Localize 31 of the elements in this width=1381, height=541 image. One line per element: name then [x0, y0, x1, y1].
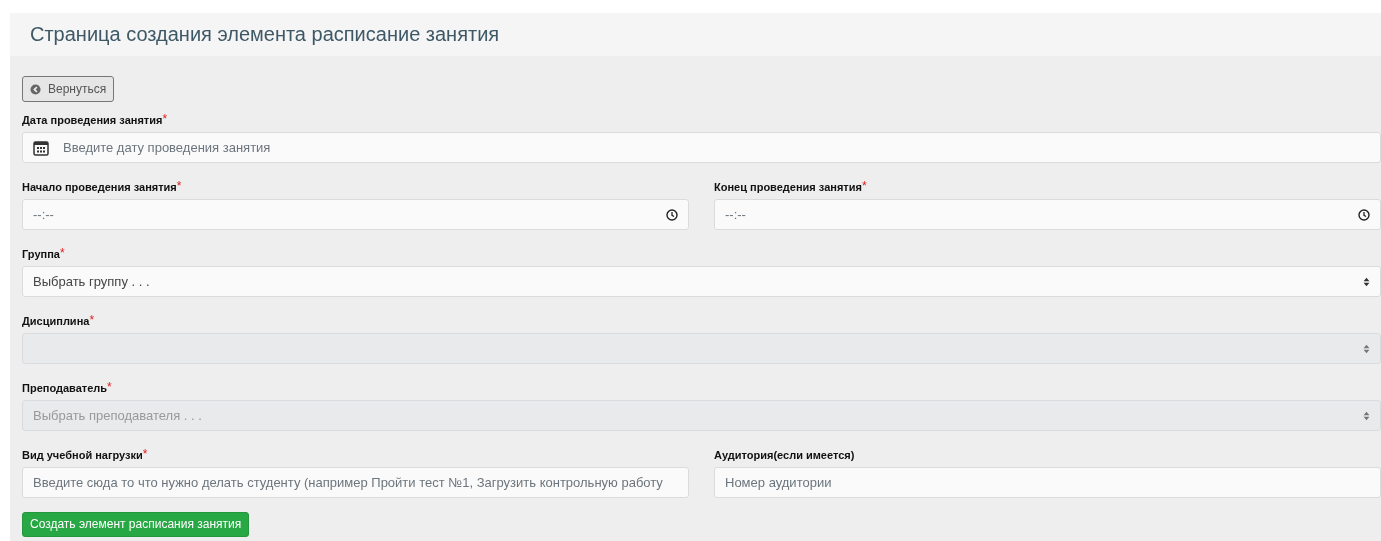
field-label: Вид учебной нагрузки [22, 448, 143, 463]
clock-icon [666, 208, 678, 221]
field-label: Аудитория(если имеется) [714, 448, 855, 463]
field-label: Группа [22, 247, 60, 262]
back-button[interactable]: Вернуться [22, 76, 115, 102]
field-label: Дата проведения занятия [22, 113, 163, 128]
required-mark: * [89, 313, 95, 327]
required-mark: * [59, 246, 65, 260]
required-mark: * [176, 179, 182, 193]
date-field[interactable]: Введите дату проведения занятия [22, 132, 1381, 163]
back-arrow-icon [30, 83, 41, 95]
field-label: Начало проведения занятия [22, 180, 177, 195]
calendar-icon [33, 139, 49, 156]
required-mark: * [107, 380, 112, 394]
time-field[interactable]: --:-- [714, 199, 1381, 230]
field-label: Конец проведения занятия [714, 180, 862, 195]
sort-caret-icon [1363, 276, 1370, 287]
sort-caret-icon [1363, 343, 1370, 354]
field-label: Преподаватель [22, 381, 108, 396]
input-field[interactable]: Введите сюда то что нужно делать студенту (например Пройти тест №1, Загрузить контрольную работу [22, 467, 689, 498]
clock-icon [1358, 208, 1370, 221]
required-mark: * [861, 179, 867, 193]
required-mark: * [162, 112, 168, 126]
field-label: Дисциплина [22, 314, 90, 329]
time-field[interactable]: --:-- [22, 199, 689, 230]
required-mark: * [142, 447, 148, 461]
sort-caret-icon [1363, 410, 1370, 421]
select-field[interactable]: Выбрать группу . . . [22, 266, 1381, 297]
create-button[interactable]: Создать элемент расписания занятия [22, 511, 250, 537]
page-title: Страница создания элемента расписание занятия [30, 23, 500, 46]
input-field[interactable]: Номер аудитории [714, 467, 1381, 498]
